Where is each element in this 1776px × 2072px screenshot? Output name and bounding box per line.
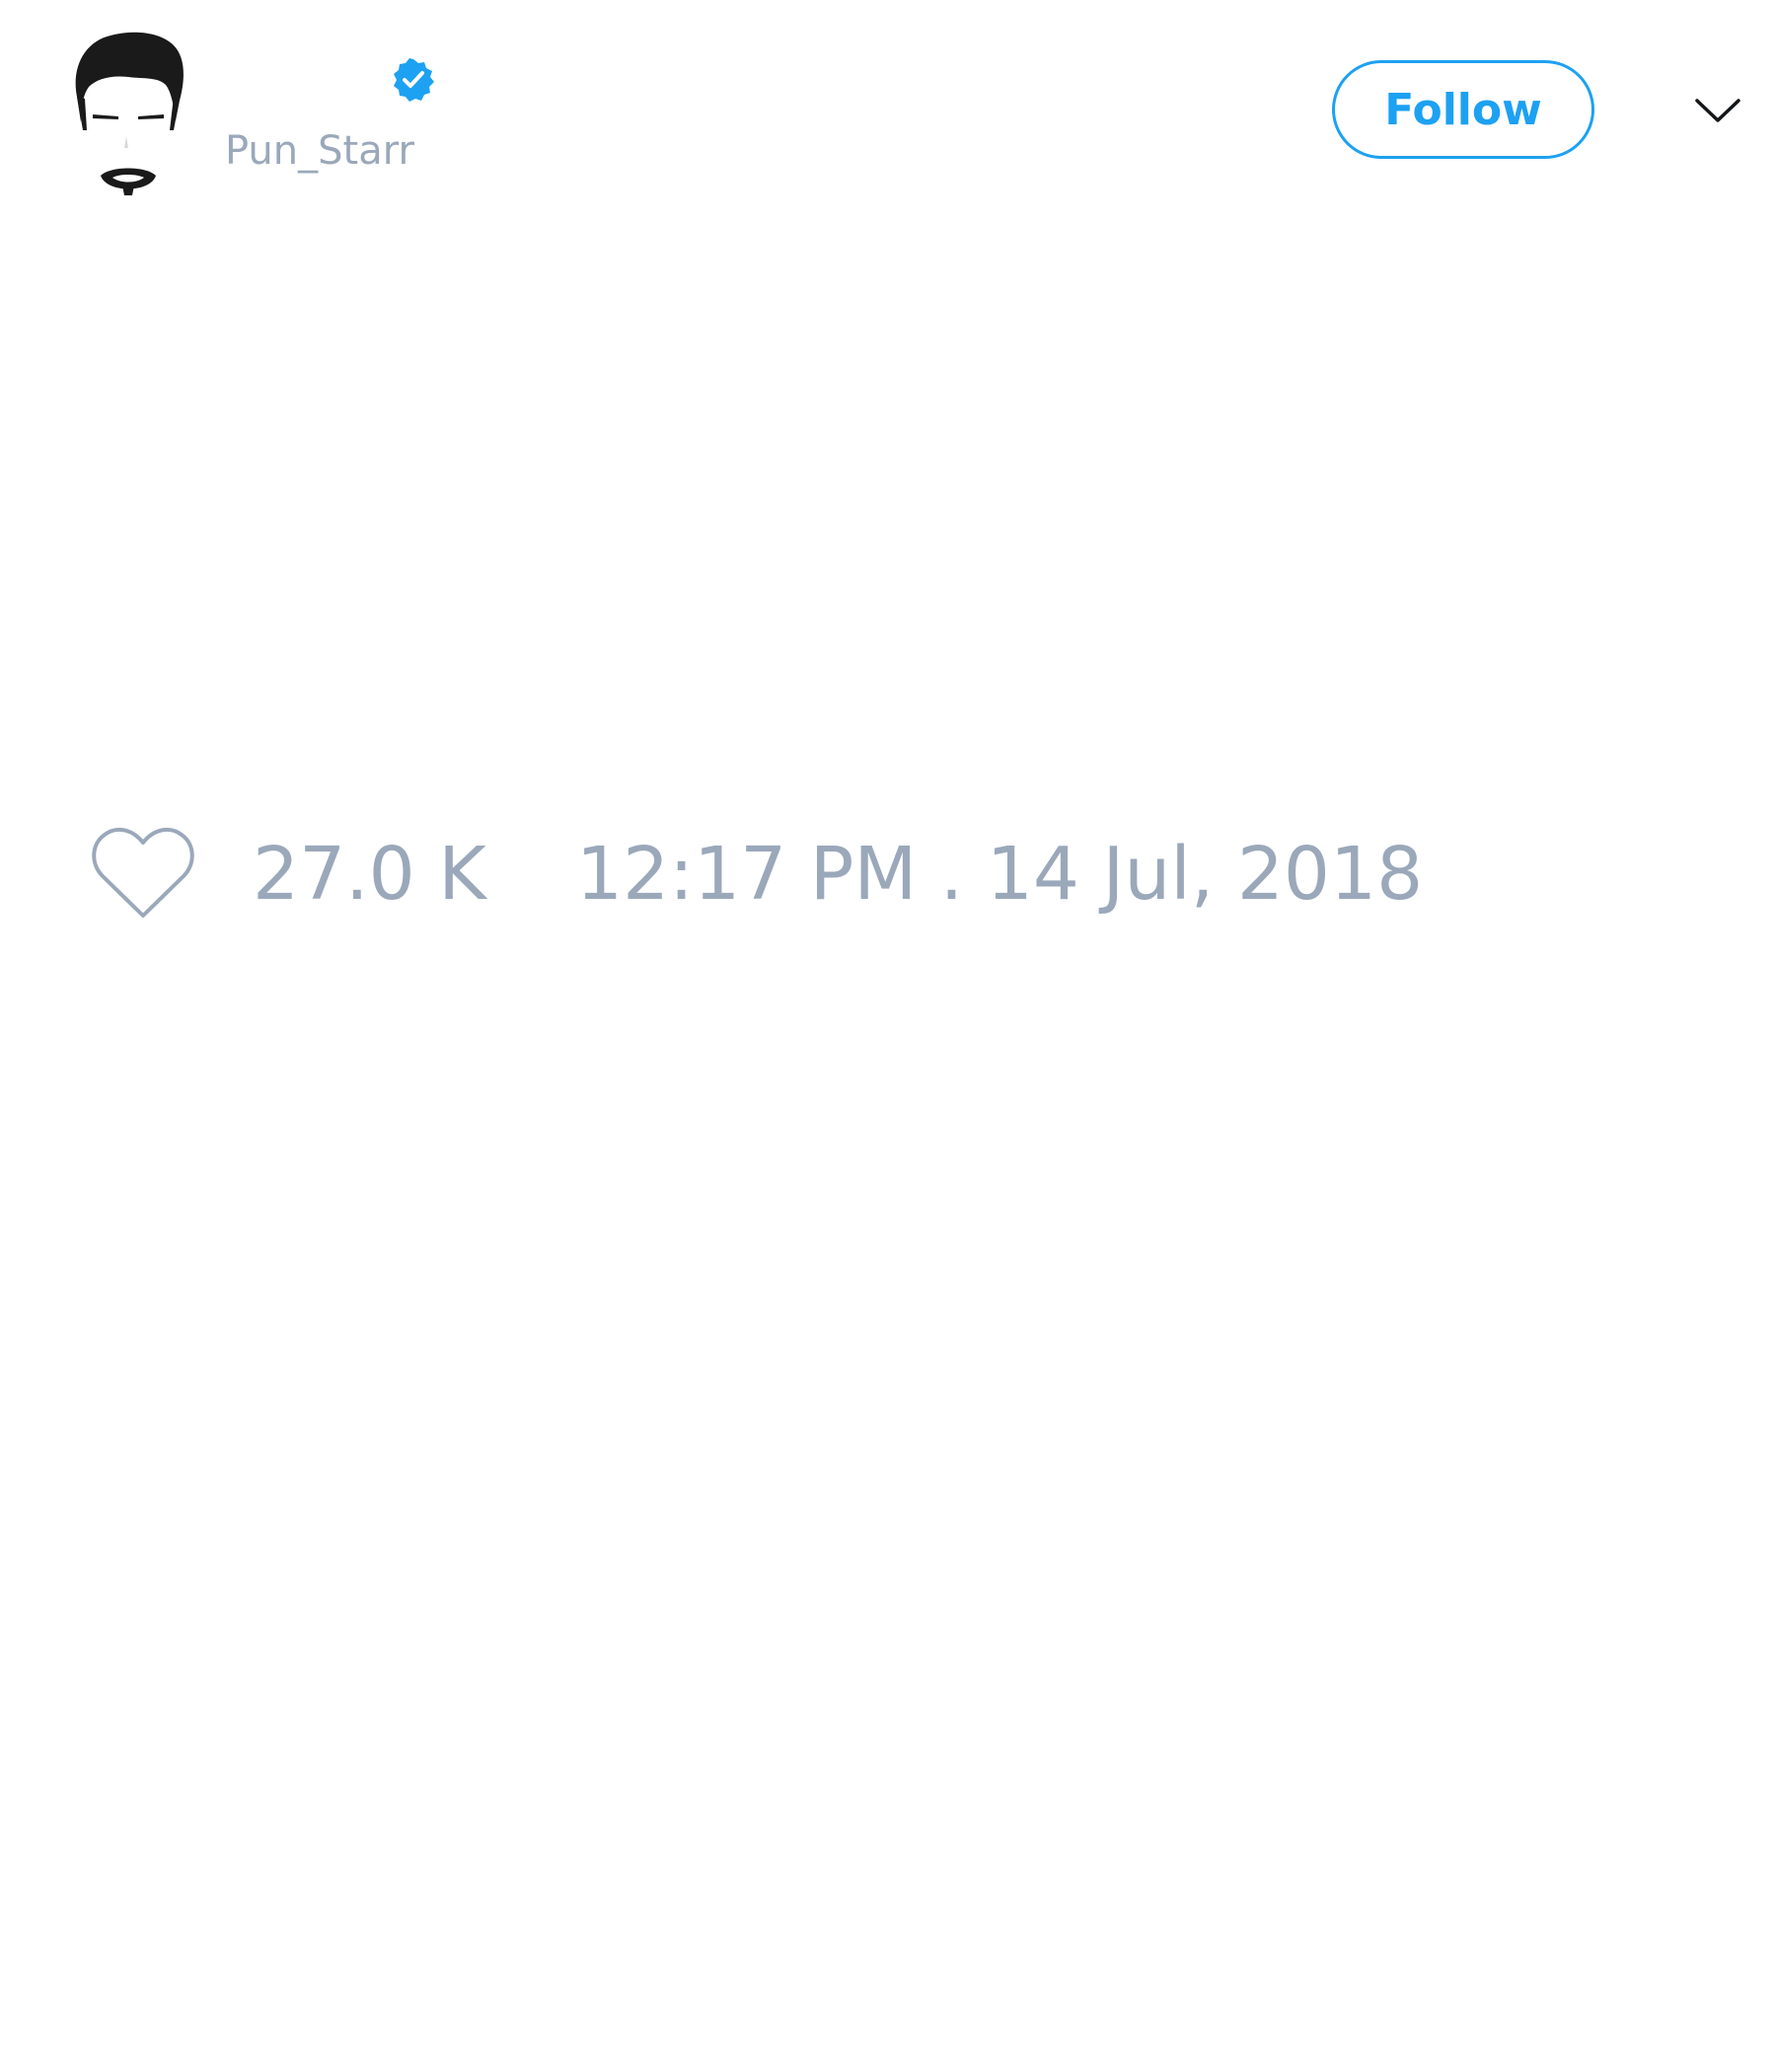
tweet-timestamp[interactable]: 12:17 PM . 14 Jul, 2018 [576, 831, 1423, 918]
follow-button[interactable]: Follow [1332, 60, 1594, 159]
like-count: 27.0 K [253, 832, 486, 917]
verified-badge-icon [391, 57, 436, 103]
avatar-face-icon [75, 32, 184, 195]
avatar[interactable] [67, 28, 189, 195]
tweet-card: Pun_Starr Follow 27.0 K 12:17 PM . 14 Ju… [0, 0, 1776, 2072]
heart-icon[interactable] [89, 825, 197, 924]
username[interactable]: Pun_Starr [225, 126, 414, 176]
chevron-down-icon[interactable] [1693, 91, 1742, 130]
